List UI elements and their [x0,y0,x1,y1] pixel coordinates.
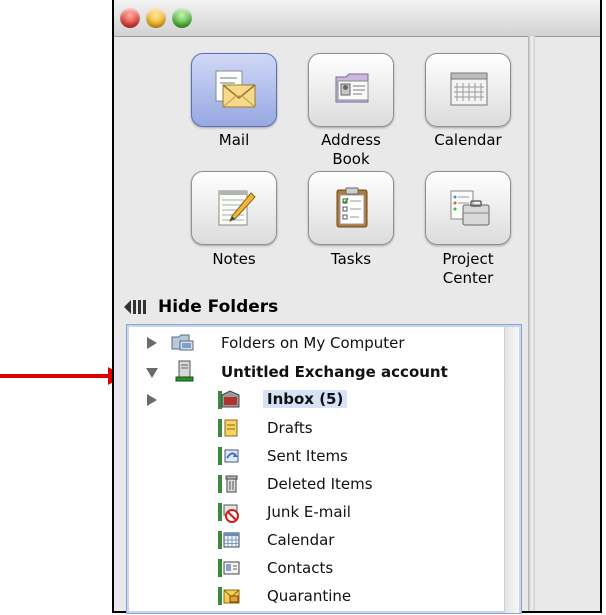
folder-row-quarantine[interactable]: Quarantine [127,584,501,608]
mail-label: Mail [218,131,250,149]
calendar-button[interactable] [425,53,511,127]
pane-splitter[interactable] [528,36,535,611]
calendar-icon [450,72,488,106]
disclosure-triangle-collapsed-icon[interactable] [147,337,157,349]
folder-row-deleted-items[interactable]: Deleted Items [127,472,501,496]
drafts-icon [218,419,238,437]
inbox-icon [218,390,240,409]
folder-row-my-computer[interactable]: Folders on My Computer [127,331,501,355]
folder-label: Sent Items [267,447,348,465]
computer-folder-icon [171,334,194,351]
folder-label: Contacts [267,559,334,577]
sent-items-icon [218,447,239,465]
notes-label: Notes [212,250,256,268]
address-book-button[interactable] [308,53,394,127]
disclosure-triangle-collapsed-icon[interactable] [147,394,157,406]
project-briefcase-icon [450,190,490,226]
mail-envelope-icon [215,70,256,108]
folder-label: Quarantine [267,587,352,605]
contacts-folder-icon [218,559,240,577]
notes-pad-icon [218,190,256,226]
folder-row-drafts[interactable]: Drafts [127,416,501,440]
deleted-items-icon [218,475,238,493]
app-window: Mail Address Book Calendar Notes Tasks P… [112,0,602,614]
folder-list-pane[interactable]: Folders on My Computer Untitled Exchange… [126,324,522,614]
calendar-label: Calendar [434,131,502,149]
close-window-button[interactable] [120,8,140,28]
folder-list-scrollbar[interactable] [504,327,519,613]
hide-folders-icon [124,300,146,314]
junk-mail-icon [218,503,239,523]
folder-label: Drafts [267,419,313,437]
tasks-button[interactable] [308,171,394,245]
zoom-window-button[interactable] [172,8,192,28]
folder-label: Inbox (5) [263,390,348,408]
folder-row-inbox[interactable]: Inbox (5) [127,388,501,412]
minimize-window-button[interactable] [146,8,166,28]
project-center-button[interactable] [425,171,511,245]
address-book-label: Address Book [321,131,381,168]
clipboard-tasks-icon [336,187,368,228]
folder-row-sent-items[interactable]: Sent Items [127,444,501,468]
folder-label: Untitled Exchange account [221,363,448,381]
exchange-server-icon [175,360,194,382]
calendar-folder-icon [218,531,240,549]
project-center-label: Project Center [442,250,494,287]
hide-folders-label: Hide Folders [158,297,279,317]
tasks-label: Tasks [330,250,372,268]
folder-label: Folders on My Computer [221,334,405,352]
folder-row-calendar[interactable]: Calendar [127,528,501,552]
folder-row-junk-email[interactable]: Junk E-mail [127,500,501,524]
mail-button[interactable] [191,53,277,127]
folder-label: Junk E-mail [267,503,351,521]
folder-label: Deleted Items [267,475,373,493]
folder-row-contacts[interactable]: Contacts [127,556,501,580]
title-bar[interactable] [114,0,600,37]
folder-row-exchange-account[interactable]: Untitled Exchange account [127,360,501,384]
quarantine-folder-icon [218,587,240,605]
hide-folders-button[interactable]: Hide Folders [124,296,278,318]
address-book-icon [335,73,369,103]
folder-label: Calendar [267,531,335,549]
disclosure-triangle-expanded-icon[interactable] [146,368,158,378]
annotation-arrow [0,374,110,378]
notes-button[interactable] [191,171,277,245]
